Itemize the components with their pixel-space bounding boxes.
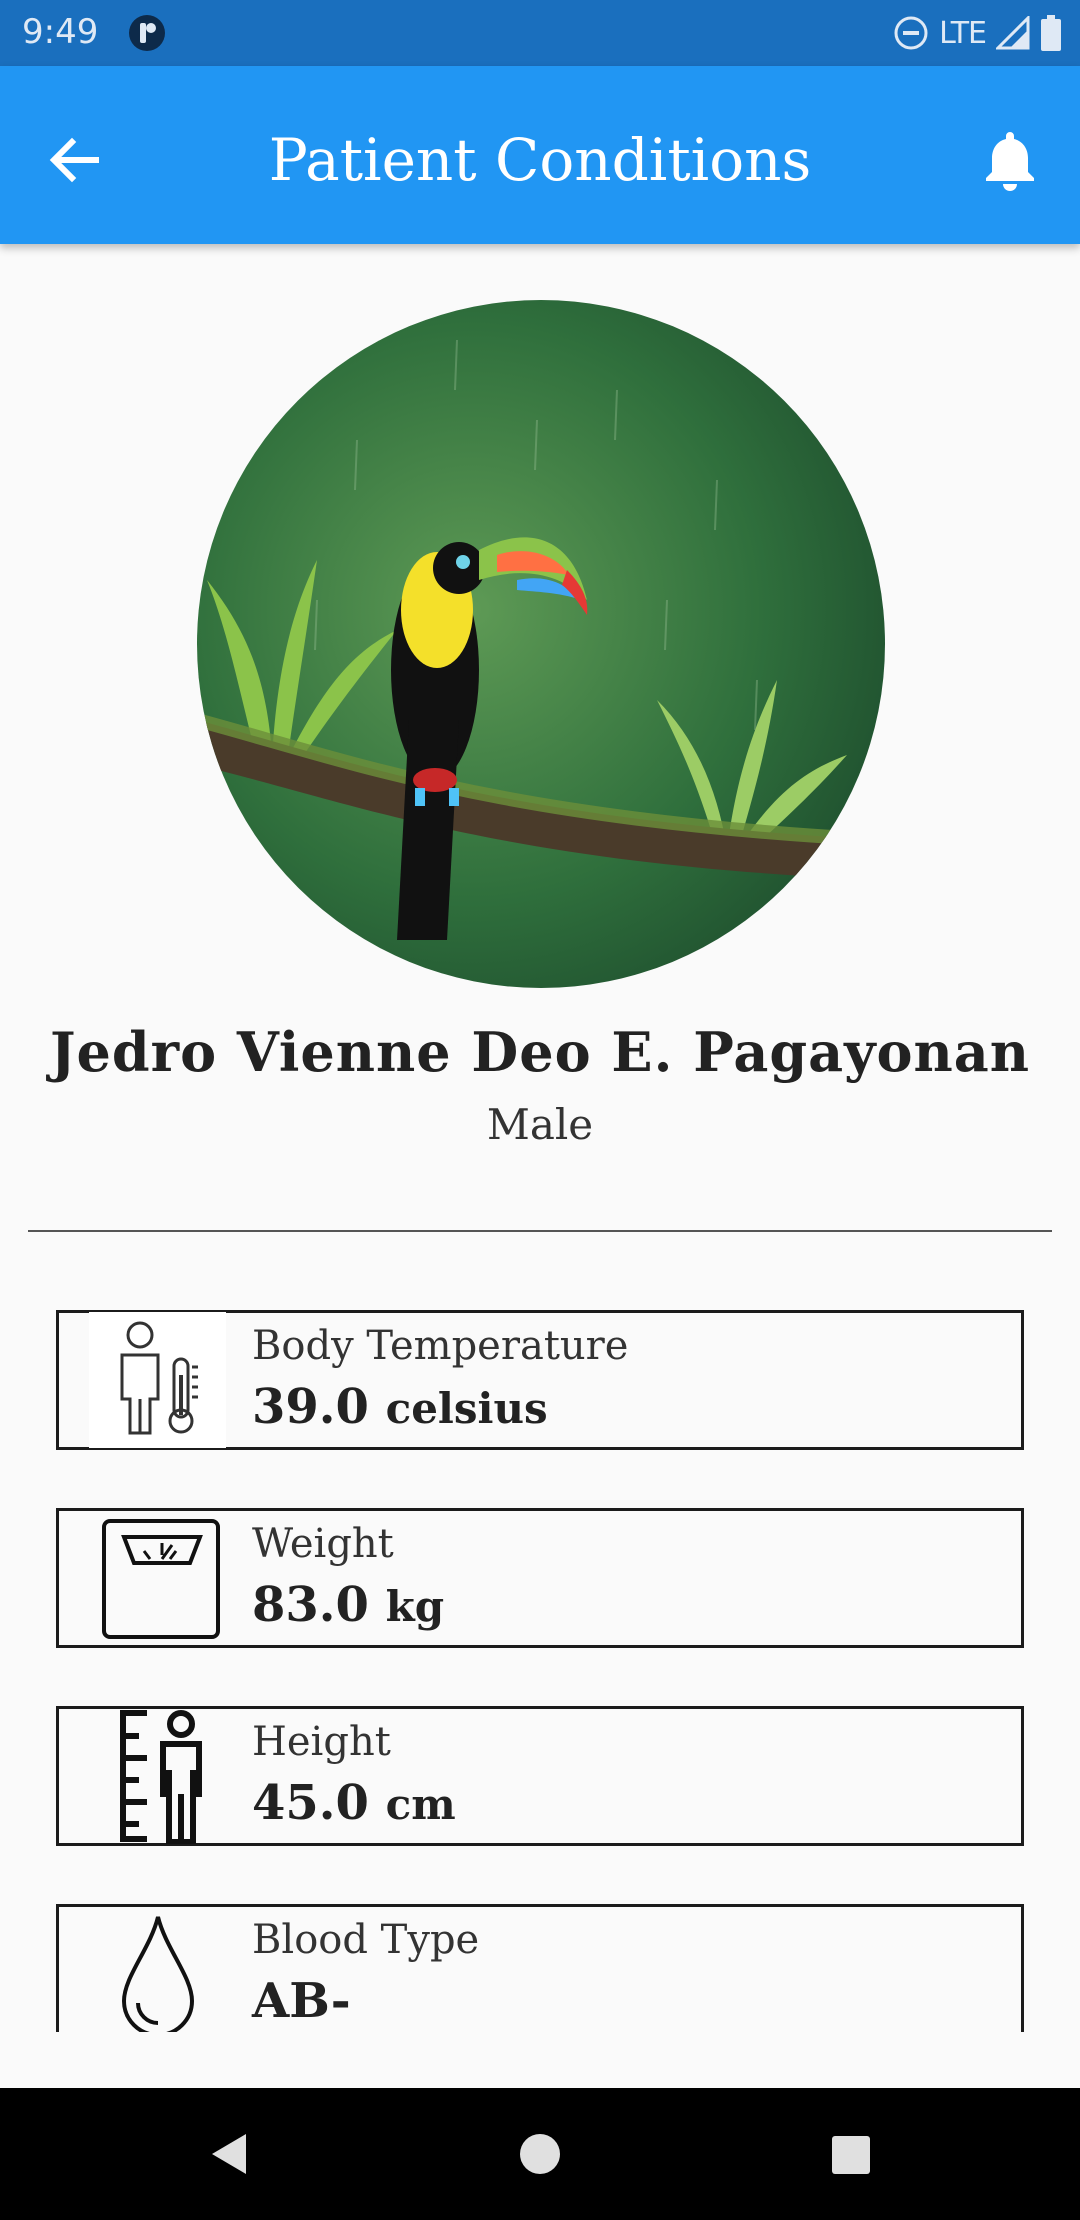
value-unit: cm (385, 1780, 456, 1829)
app-notification-icon (128, 14, 166, 52)
conditions-list[interactable]: Body Temperature 39.0 celsius Weight 83.… (0, 1290, 1080, 2032)
nav-back-button[interactable] (200, 2122, 264, 2186)
battery-icon (1040, 15, 1062, 51)
condition-value: 83.0 kg (252, 1577, 444, 1633)
status-icons: LTE (893, 12, 1062, 54)
condition-label: Body Temperature (252, 1323, 629, 1369)
nav-recents-button[interactable] (818, 2122, 882, 2186)
nav-home-button[interactable] (508, 2122, 572, 2186)
condition-card-blood-type: Blood Type AB- (56, 1904, 1024, 2032)
value-number: 83.0 (252, 1577, 369, 1633)
page-title: Patient Conditions (268, 126, 812, 194)
back-triangle-icon (212, 2134, 246, 2174)
value-number: 39.0 (252, 1379, 369, 1435)
patient-gender: Male (486, 1100, 594, 1149)
height-ruler-icon (89, 1708, 226, 1844)
patient-name: Jedro Vienne Deo E. Pagayonan (50, 1020, 1030, 1084)
condition-value: AB- (252, 1973, 351, 2029)
value-number: AB- (252, 1973, 351, 2029)
condition-value: 45.0 cm (252, 1775, 456, 1831)
blood-drop-icon (89, 1906, 226, 2032)
system-nav-bar (0, 2088, 1080, 2220)
bell-icon (986, 132, 1034, 191)
condition-card-weight: Weight 83.0 kg (56, 1508, 1024, 1648)
app-bar: Patient Conditions (0, 66, 1080, 244)
patient-avatar (197, 300, 885, 988)
status-time: 9:49 (22, 12, 99, 52)
condition-value: 39.0 celsius (252, 1379, 548, 1435)
notifications-button[interactable] (970, 120, 1050, 200)
signal-icon (996, 16, 1030, 50)
value-number: 45.0 (252, 1775, 369, 1831)
status-bar: 9:49 LTE (0, 0, 1080, 66)
thermometer-person-icon (89, 1312, 226, 1448)
recents-square-icon (832, 2136, 870, 2174)
scale-icon (89, 1510, 226, 1646)
condition-label: Weight (252, 1521, 394, 1567)
condition-label: Height (252, 1719, 391, 1765)
value-unit: kg (385, 1582, 445, 1631)
condition-card-body-temperature: Body Temperature 39.0 celsius (56, 1310, 1024, 1450)
condition-label: Blood Type (252, 1917, 480, 1963)
do-not-disturb-icon (893, 15, 929, 51)
value-unit: celsius (385, 1384, 548, 1433)
condition-card-height: Height 45.0 cm (56, 1706, 1024, 1846)
divider (28, 1230, 1052, 1232)
network-type: LTE (939, 15, 987, 51)
home-circle-icon (520, 2134, 560, 2174)
